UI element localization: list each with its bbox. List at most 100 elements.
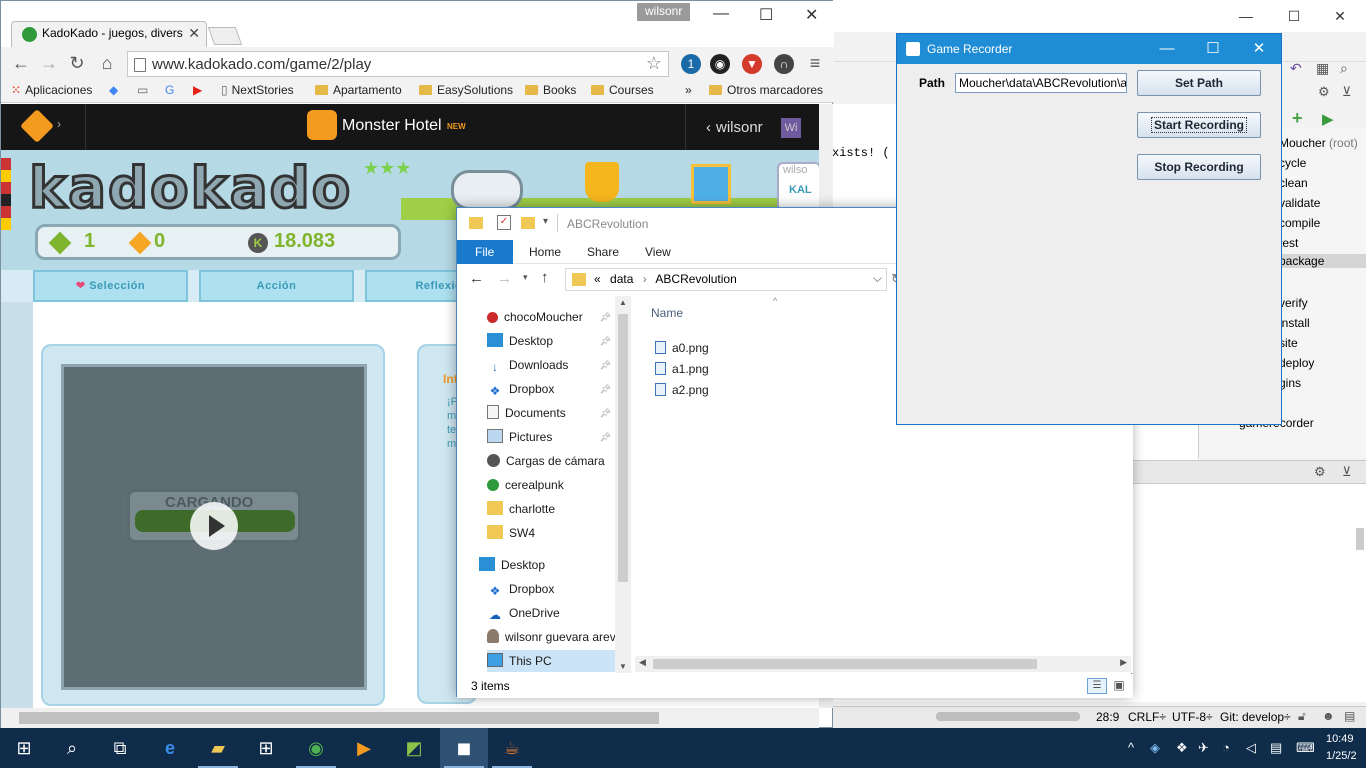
maven-item[interactable]: install: [1279, 316, 1310, 330]
extension-vivaldi-icon[interactable]: ▼: [742, 54, 762, 74]
add-icon[interactable]: +: [1292, 108, 1303, 129]
back-icon[interactable]: ←: [469, 270, 484, 287]
show-hidden-icons[interactable]: ^: [1128, 728, 1134, 768]
bookmark-icon-1[interactable]: ▭: [137, 83, 148, 97]
inspector-icon[interactable]: ☻: [1322, 709, 1335, 723]
pin-icon[interactable]: 📌︎: [600, 426, 611, 448]
home-icon[interactable]: ⌂: [97, 53, 117, 73]
pin-icon[interactable]: 📌︎: [600, 306, 611, 328]
nav-item-dropbox[interactable]: ❖ Dropbox 📌︎: [487, 378, 617, 400]
chrome-icon[interactable]: ◉: [292, 728, 340, 768]
lock-icon[interactable]: 🔓︎: [1298, 709, 1306, 724]
gear-icon[interactable]: ⚙: [1314, 464, 1326, 480]
caret-position[interactable]: 28:9: [1096, 710, 1119, 724]
pin-icon[interactable]: 📌︎: [600, 402, 611, 424]
undo-icon[interactable]: ↶: [1290, 60, 1302, 77]
scroll-right-icon[interactable]: ▶: [1120, 657, 1127, 668]
structure-icon[interactable]: ▦: [1316, 60, 1329, 77]
stop-recording-button[interactable]: Stop Recording: [1137, 154, 1261, 180]
nav-root-desktop[interactable]: Desktop: [479, 554, 609, 576]
bookmark-books[interactable]: Books: [525, 83, 576, 97]
tab-share[interactable]: Share: [575, 240, 631, 264]
search-icon[interactable]: ⌕: [1340, 60, 1348, 77]
maximize-icon[interactable]: ☐: [1203, 39, 1223, 59]
close-tab-icon[interactable]: ✕: [188, 25, 200, 42]
line-separator[interactable]: CRLF÷: [1128, 710, 1166, 724]
large-icons-view-icon[interactable]: ▣: [1111, 678, 1127, 694]
gear-icon[interactable]: ⚙: [1318, 84, 1330, 100]
kk-cube-icon[interactable]: [20, 109, 54, 143]
start-windows-icon[interactable]: ⊞: [0, 728, 48, 768]
forward-icon[interactable]: →: [497, 270, 512, 287]
maven-item[interactable]: clean: [1279, 176, 1308, 190]
column-header-name[interactable]: Name: [651, 306, 683, 320]
user-avatar[interactable]: Wi: [781, 118, 801, 138]
file-item[interactable]: a2.png: [655, 380, 709, 400]
maps-icon[interactable]: ◆: [109, 83, 118, 97]
breadcrumb-data[interactable]: data: [610, 272, 633, 286]
notifications-icon[interactable]: ▤: [1344, 709, 1355, 723]
game-title[interactable]: Monster Hotel: [342, 117, 442, 135]
category-accion[interactable]: Acción: [199, 270, 354, 302]
keyboard-icon[interactable]: ⌨: [1296, 728, 1315, 768]
maven-item[interactable]: cycle: [1279, 156, 1306, 170]
close-icon[interactable]: ✕: [805, 5, 818, 25]
nav-item-sw4[interactable]: SW4: [487, 522, 617, 544]
path-input[interactable]: Moucher\data\ABCRevolution\a: [955, 73, 1127, 93]
address-dropdown-icon[interactable]: ⌵: [873, 271, 882, 286]
bookmark-apps[interactable]: ⁙ Aplicaciones: [11, 83, 92, 97]
action-center-icon[interactable]: ▤: [1270, 728, 1282, 768]
nav-root-this-pc[interactable]: This PC: [487, 650, 617, 672]
task-view-icon[interactable]: ⧉: [96, 728, 144, 768]
run-icon[interactable]: ▶: [1322, 110, 1334, 128]
details-view-icon[interactable]: ☰: [1087, 678, 1107, 694]
bookmarks-overflow[interactable]: »: [685, 83, 692, 97]
extension-ghost-icon[interactable]: 1: [681, 54, 701, 74]
scroll-left-icon[interactable]: ◀: [639, 657, 646, 668]
extension-headphones-icon[interactable]: ∩: [774, 54, 794, 74]
tab-view[interactable]: View: [633, 240, 683, 264]
recent-dropdown-icon[interactable]: ▾: [523, 272, 528, 283]
intellij-icon[interactable]: ◼: [440, 728, 488, 768]
category-seleccion[interactable]: ❤ Selección: [33, 270, 188, 302]
nav-item-charlotte[interactable]: charlotte: [487, 498, 617, 520]
scroll-up-icon[interactable]: ▲: [619, 298, 627, 307]
language-flags[interactable]: [1, 158, 11, 258]
set-path-button[interactable]: Set Path: [1137, 70, 1261, 96]
chart-app-icon[interactable]: ◩: [390, 728, 438, 768]
store-icon[interactable]: ⊞: [242, 728, 290, 768]
properties-icon[interactable]: ✓: [497, 215, 511, 230]
bookmark-courses[interactable]: Courses: [591, 83, 654, 97]
browser-tab[interactable]: KadoKado - juegos, divers ✕: [11, 21, 207, 47]
minimize-icon[interactable]: —: [1157, 39, 1177, 59]
quick-access-dropdown-icon[interactable]: ▾: [543, 216, 548, 227]
nav-root-user[interactable]: wilsonr guevara arev: [487, 626, 617, 648]
menu-icon[interactable]: ≡: [805, 53, 825, 73]
network-icon[interactable]: ◔: [1222, 728, 1230, 768]
tab-home[interactable]: Home: [517, 240, 573, 264]
bookmark-easysolutions[interactable]: EasySolutions: [419, 83, 513, 97]
bookmark-other[interactable]: Otros marcadores: [709, 83, 823, 97]
close-icon[interactable]: ✕: [1249, 39, 1269, 59]
bookmark-nextstories[interactable]: ▯ NextStories: [221, 83, 294, 97]
play-icon[interactable]: [190, 502, 238, 550]
kk-username[interactable]: wilsonr: [716, 119, 763, 136]
maven-item[interactable]: validate: [1279, 196, 1320, 210]
nav-item-documents[interactable]: Documents 📌︎: [487, 402, 617, 424]
youtube-icon[interactable]: ▶: [193, 83, 202, 97]
pin-icon[interactable]: 📌︎: [600, 354, 611, 376]
horizontal-scroll-thumb[interactable]: [19, 712, 659, 724]
profile-button[interactable]: wilsonr: [637, 3, 691, 21]
nav-scroll-thumb[interactable]: [618, 314, 628, 582]
minimize-icon[interactable]: —: [1236, 6, 1256, 26]
maven-root[interactable]: Moucher (root): [1279, 136, 1358, 150]
horizontal-scroll-thumb[interactable]: [653, 659, 1037, 669]
maximize-icon[interactable]: ☐: [1284, 6, 1304, 26]
maven-item[interactable]: compile: [1279, 216, 1320, 230]
extension-glasses-icon[interactable]: ◉: [710, 54, 730, 74]
nav-item-downloads[interactable]: ↓ Downloads 📌︎: [487, 354, 617, 376]
maximize-icon[interactable]: ☐: [759, 5, 773, 25]
nav-item-cerealpunk[interactable]: cerealpunk: [487, 474, 617, 496]
pin-icon[interactable]: 📌︎: [600, 330, 611, 352]
nav-item-pictures[interactable]: Pictures 📌︎: [487, 426, 617, 448]
